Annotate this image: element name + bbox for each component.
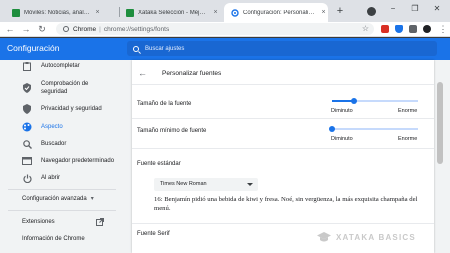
- section-heading: Personalizar fuentes: [162, 70, 222, 77]
- back-button[interactable]: ←: [4, 23, 16, 35]
- site-name: Chrome: [73, 25, 97, 33]
- back-arrow-icon[interactable]: ←: [138, 68, 150, 78]
- sidebar-item-label: Buscador: [41, 141, 67, 147]
- sidebar-item-label: Al abrir: [41, 175, 61, 181]
- sidebar-item-autocompletar[interactable]: Autocompletar: [0, 61, 122, 71]
- sidebar-divider: [8, 189, 116, 190]
- sidebar-item-label: Navegador predeterminado: [41, 158, 115, 164]
- min-font-size-slider[interactable]: [329, 126, 418, 132]
- search-icon: [133, 45, 139, 52]
- settings-gear-icon: [231, 8, 239, 17]
- power-icon: [22, 173, 32, 183]
- slider-knob[interactable]: [329, 126, 335, 132]
- min-font-size-label: Tamaño mínimo de fuente: [137, 128, 207, 134]
- maximize-button[interactable]: ❐: [408, 4, 422, 13]
- font-sample-text: 16: Benjamín pidió una bebida de kiwi y …: [154, 196, 418, 212]
- advanced-settings-label: Configuración avanzada: [22, 196, 87, 202]
- font-size-label: Tamaño de la fuente: [137, 101, 192, 107]
- expand-arrow-icon: ▾: [90, 196, 94, 202]
- sidebar-item-informacion[interactable]: Información de Chrome: [22, 236, 85, 242]
- graduation-cap-icon: [317, 232, 331, 242]
- xataka-favicon-icon: [12, 8, 20, 17]
- slider-knob[interactable]: [350, 98, 357, 104]
- browser-toolbar: ← → ↻ Chrome | chrome://settings/fonts ☆…: [0, 22, 450, 37]
- new-tab-button[interactable]: +: [334, 5, 346, 17]
- page-title: Configuración: [7, 43, 60, 53]
- clipboard-icon: [22, 61, 32, 71]
- page-scrollbar[interactable]: [436, 60, 444, 253]
- close-tab-icon[interactable]: ×: [93, 9, 102, 16]
- profile-avatar[interactable]: [423, 25, 431, 33]
- sidebar-item-aspecto[interactable]: Aspecto: [0, 122, 122, 132]
- serif-font-label: Fuente Serif: [137, 231, 170, 237]
- font-size-slider[interactable]: [332, 98, 418, 104]
- reload-button[interactable]: ↻: [36, 23, 48, 35]
- tab-title: Móviles: Noticias, análisis y no: [24, 9, 90, 16]
- sidebar-item-privacidad[interactable]: Privacidad y seguridad: [0, 104, 122, 114]
- sidebar-item-al-abrir[interactable]: Al abrir: [0, 173, 122, 183]
- divider: [132, 84, 434, 85]
- bookmark-star-icon[interactable]: ☆: [362, 23, 369, 35]
- watermark: XATAKA BASICS: [317, 232, 416, 242]
- palette-icon: [22, 122, 32, 132]
- search-settings-input[interactable]: Buscar ajustes: [127, 41, 437, 56]
- standard-font-select[interactable]: Times New Roman: [154, 178, 258, 191]
- settings-header: Configuración Buscar ajustes: [0, 38, 450, 60]
- watermark-text: XATAKA BASICS: [336, 232, 416, 242]
- divider: [132, 118, 434, 119]
- extension-red-icon[interactable]: [381, 25, 389, 33]
- extensions-label: Extensiones: [22, 219, 55, 225]
- slider-max-label: Enorme: [398, 136, 418, 142]
- minimize-button[interactable]: −: [386, 4, 400, 13]
- tab-title: Xataka Selección - Mejores of: [138, 9, 208, 16]
- dropdown-caret-icon: [247, 183, 253, 186]
- sidebar-item-navegador[interactable]: Navegador predeterminado: [0, 156, 122, 166]
- fonts-settings-card: ← Personalizar fuentes Tamaño de la fuen…: [132, 60, 434, 253]
- close-tab-icon[interactable]: ×: [319, 9, 328, 16]
- shield-icon: [22, 104, 32, 114]
- settings-sidebar: Autocompletar Comprobación de seguridad …: [0, 60, 122, 253]
- external-link-icon: [96, 218, 104, 228]
- sidebar-item-label: Comprobación de seguridad: [41, 81, 89, 95]
- sidebar-item-comprobacion[interactable]: Comprobación de seguridad: [0, 79, 122, 97]
- forward-button[interactable]: →: [20, 23, 32, 35]
- advanced-settings-toggle[interactable]: Configuración avanzada ▾: [22, 195, 94, 202]
- sidebar-item-buscador[interactable]: Buscador: [0, 139, 122, 149]
- divider: [132, 148, 434, 149]
- selected-font-value: Times New Roman: [160, 181, 207, 187]
- xataka-favicon-icon: [126, 8, 134, 17]
- chrome-site-icon: [63, 26, 69, 32]
- shield-check-icon: [22, 83, 32, 93]
- tab-configuracion[interactable]: Configuración: Personalizar fu ×: [224, 3, 328, 22]
- extension-shield-icon[interactable]: [395, 25, 403, 33]
- search-placeholder: Buscar ajustes: [145, 45, 185, 52]
- tab-search-icon[interactable]: [367, 7, 376, 16]
- browser-icon: [22, 156, 32, 166]
- tab-title: Configuración: Personalizar fu: [243, 9, 316, 16]
- close-tab-icon[interactable]: ×: [211, 9, 220, 16]
- tab-xataka-seleccion[interactable]: Xataka Selección - Mejores of ×: [120, 3, 220, 22]
- slider-min-label: Diminuto: [331, 108, 353, 114]
- sidebar-item-label: Privacidad y seguridad: [41, 106, 102, 112]
- chrome-menu-icon[interactable]: ⋮: [437, 23, 449, 35]
- settings-main: ← Personalizar fuentes Tamaño de la fuen…: [122, 60, 450, 253]
- sidebar-divider: [8, 210, 116, 211]
- slider-max-label: Enorme: [398, 108, 418, 114]
- tab-moviles[interactable]: Móviles: Noticias, análisis y no ×: [8, 3, 102, 22]
- sidebar-item-extensiones[interactable]: Extensiones: [22, 218, 106, 228]
- slider-min-label: Diminuto: [331, 136, 353, 142]
- tab-strip: Móviles: Noticias, análisis y no × Xatak…: [0, 0, 450, 22]
- search-icon: [22, 139, 32, 149]
- extension-tag-icon[interactable]: [409, 25, 417, 33]
- sidebar-item-label: Autocompletar: [41, 63, 80, 69]
- sidebar-item-label: Aspecto: [41, 124, 63, 130]
- standard-font-label: Fuente estándar: [137, 161, 181, 167]
- url-text: chrome://settings/fonts: [103, 25, 170, 33]
- url-separator: |: [99, 25, 101, 33]
- close-window-button[interactable]: ✕: [430, 4, 444, 13]
- scrollbar-thumb[interactable]: [437, 82, 443, 164]
- address-bar[interactable]: Chrome | chrome://settings/fonts ☆: [56, 23, 374, 35]
- divider: [132, 223, 434, 224]
